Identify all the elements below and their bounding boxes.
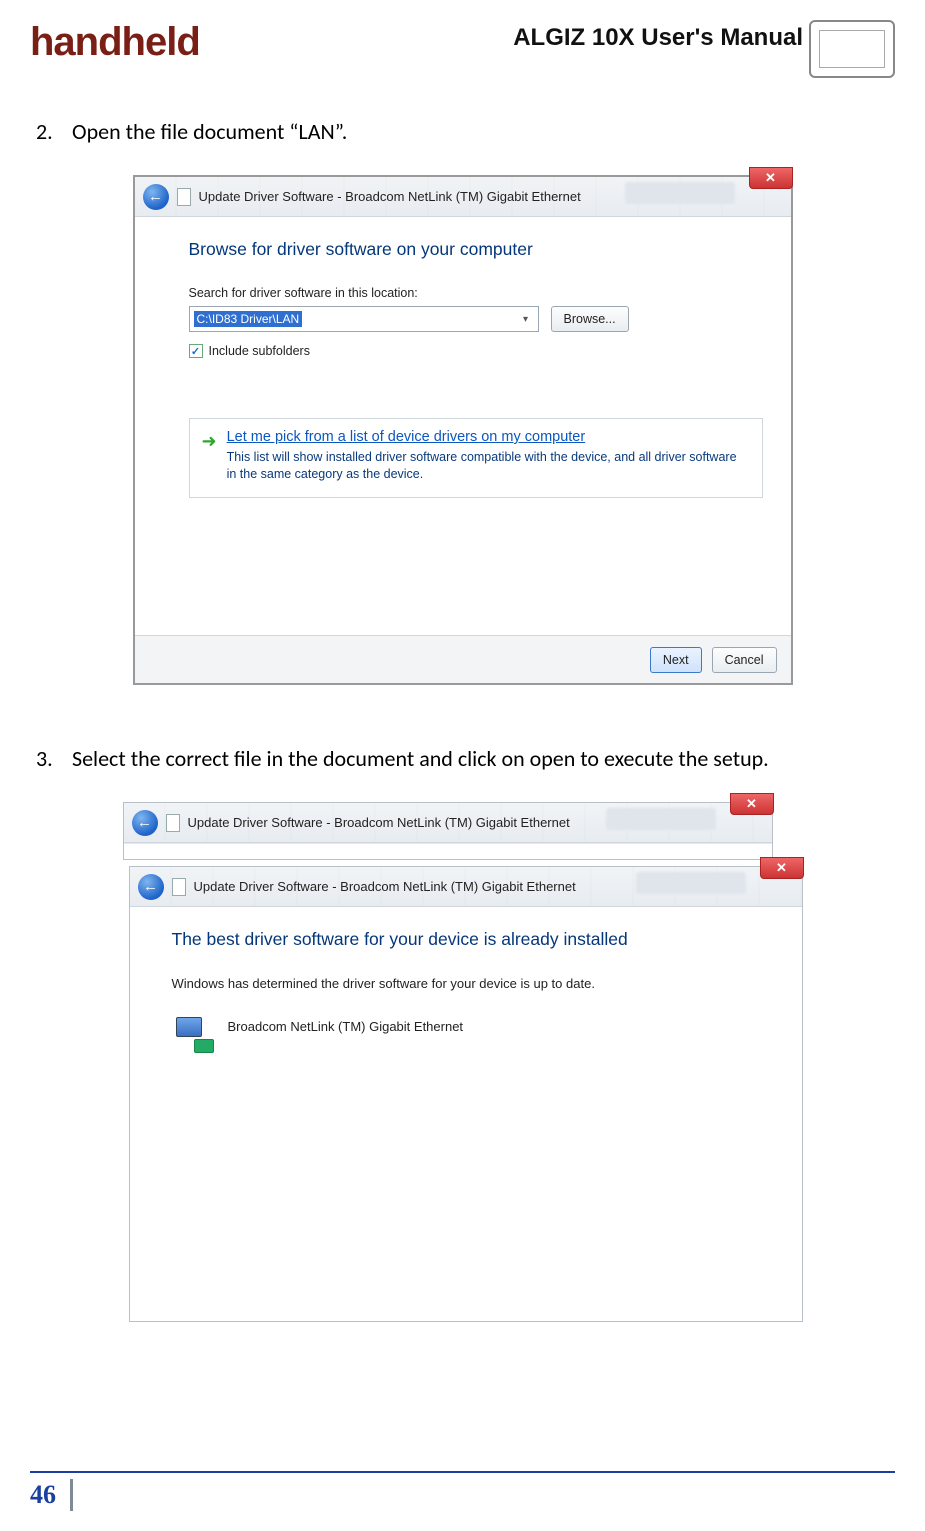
chevron-down-icon[interactable]: ▾ — [518, 311, 534, 327]
front-window-title: Update Driver Software - Broadcom NetLin… — [194, 879, 576, 894]
step-3-text: Select the correct file in the document … — [72, 745, 769, 772]
step-2-text: Open the file document “LAN”. — [72, 118, 347, 145]
include-subfolders-label: Include subfolders — [209, 344, 310, 358]
brand-logo: handheld — [30, 20, 200, 65]
window-close-button[interactable]: ✕ — [749, 167, 793, 189]
front-window: ✕ ← Update Driver Software - Broadcom Ne… — [129, 866, 803, 1322]
footer-row: 46 — [30, 1479, 895, 1511]
window-icon — [177, 188, 191, 206]
screenshot-1: ✕ ← Update Driver Software - Broadcom Ne… — [133, 175, 793, 685]
include-subfolders-row: ✓ Include subfolders — [189, 344, 763, 358]
back-button[interactable]: ← — [143, 184, 169, 210]
dialog-footer: Next Cancel — [135, 635, 791, 683]
back-window-title: Update Driver Software - Broadcom NetLin… — [188, 815, 570, 830]
back-window-back-button[interactable]: ← — [132, 810, 158, 836]
page-footer: 46 — [30, 1471, 895, 1511]
back-window-close-button[interactable]: ✕ — [730, 793, 774, 815]
dialog-heading: Browse for driver software on your compu… — [189, 239, 763, 260]
next-button[interactable]: Next — [650, 647, 702, 673]
page-header: handheld ALGIZ 10X User's Manual — [30, 20, 895, 78]
window-title: Update Driver Software - Broadcom NetLin… — [199, 189, 581, 204]
manual-title: ALGIZ 10X User's Manual — [513, 20, 803, 52]
step-3-number: 3. — [36, 745, 58, 772]
front-dialog-heading: The best driver software for your device… — [172, 929, 774, 950]
pick-from-list-link[interactable]: Let me pick from a list of device driver… — [227, 429, 750, 445]
back-window-strip — [124, 843, 772, 859]
document-page: handheld ALGIZ 10X User's Manual 2. Open… — [0, 0, 925, 1531]
titlebar-ghost — [606, 808, 716, 830]
step-2-number: 2. — [36, 118, 58, 145]
header-right: ALGIZ 10X User's Manual — [513, 20, 895, 78]
step-2: 2. Open the file document “LAN”. — [30, 118, 895, 145]
screenshot-2-wrap: ✕ ← Update Driver Software - Broadcom Ne… — [30, 802, 895, 1322]
titlebar-ghost — [636, 872, 746, 894]
page-number: 46 — [30, 1480, 56, 1510]
search-location-label: Search for driver software in this locat… — [189, 286, 763, 300]
front-dialog-subtext: Windows has determined the driver softwa… — [172, 976, 774, 991]
front-dialog-body: The best driver software for your device… — [130, 907, 802, 1053]
pick-from-list-desc: This list will show installed driver sof… — [227, 449, 750, 483]
network-adapter-icon — [172, 1017, 214, 1053]
front-window-close-button[interactable]: ✕ — [760, 857, 804, 879]
front-window-back-button[interactable]: ← — [138, 874, 164, 900]
back-window-titlebar: ← Update Driver Software - Broadcom NetL… — [124, 803, 772, 843]
path-value: C:\ID83 Driver\LAN — [194, 311, 303, 327]
window-icon — [172, 878, 186, 896]
cancel-button[interactable]: Cancel — [712, 647, 777, 673]
screenshot-1-wrap: ✕ ← Update Driver Software - Broadcom Ne… — [30, 175, 895, 685]
window-titlebar: ← Update Driver Software - Broadcom NetL… — [135, 177, 791, 217]
device-name: Broadcom NetLink (TM) Gigabit Ethernet — [228, 1017, 464, 1034]
pick-from-list-box[interactable]: ➜ Let me pick from a list of device driv… — [189, 418, 763, 498]
include-subfolders-checkbox[interactable]: ✓ — [189, 344, 203, 358]
arrow-right-icon: ➜ — [202, 429, 217, 483]
path-combobox[interactable]: C:\ID83 Driver\LAN ▾ — [189, 306, 539, 332]
screenshot-2: ✕ ← Update Driver Software - Broadcom Ne… — [123, 802, 803, 1322]
device-row: Broadcom NetLink (TM) Gigabit Ethernet — [172, 1017, 774, 1053]
titlebar-ghost — [625, 182, 735, 204]
back-window: ✕ ← Update Driver Software - Broadcom Ne… — [123, 802, 773, 860]
browse-button[interactable]: Browse... — [551, 306, 629, 332]
path-row: C:\ID83 Driver\LAN ▾ Browse... — [189, 306, 763, 332]
dialog-body: Browse for driver software on your compu… — [135, 217, 791, 498]
device-outline-icon — [809, 20, 895, 78]
step-3: 3. Select the correct file in the docume… — [30, 745, 895, 772]
window-icon — [166, 814, 180, 832]
pick-text-col: Let me pick from a list of device driver… — [227, 429, 750, 483]
front-window-titlebar: ← Update Driver Software - Broadcom NetL… — [130, 867, 802, 907]
footer-separator — [70, 1479, 73, 1511]
footer-rule — [30, 1471, 895, 1473]
